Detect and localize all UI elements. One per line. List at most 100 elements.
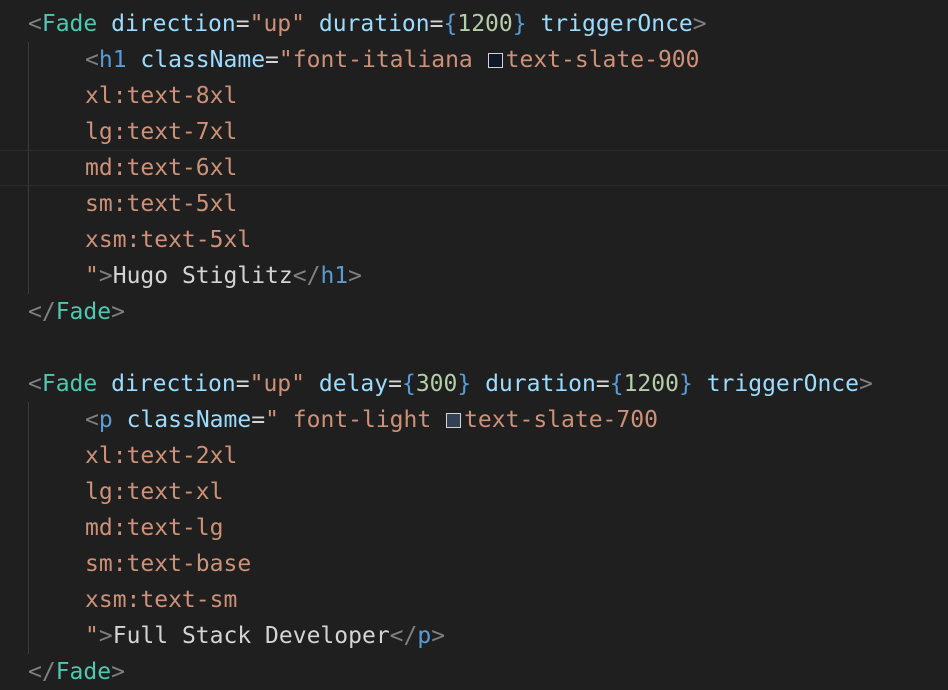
string-token: lg:text-xl	[85, 479, 224, 505]
code-line[interactable]: <h1 className="font-italiana text-slate-…	[0, 42, 948, 78]
component-tag-token: Fade	[41, 11, 98, 37]
text-content-token: Full Stack Developer	[112, 623, 390, 649]
bracket-token: >	[111, 659, 125, 685]
code-editor[interactable]: <Fade direction="up" duration={1200} tri…	[0, 0, 948, 690]
operator-token: =	[429, 11, 444, 37]
component-tag-token: Fade	[55, 659, 112, 685]
bracket-token: >	[98, 263, 113, 289]
attribute-token: direction	[111, 11, 236, 37]
code-line[interactable]: md:text-lg	[0, 510, 948, 546]
operator-token: =	[235, 11, 250, 37]
code-line-current[interactable]: md:text-6xl	[0, 150, 948, 186]
string-token: text-slate-700	[464, 407, 658, 433]
number-token: 1200	[457, 11, 513, 37]
bracket-token: <	[85, 47, 99, 73]
bracket-token: <	[28, 11, 42, 37]
bracket-token: >	[348, 263, 362, 289]
bracket-token: </	[28, 299, 56, 325]
string-token: "up"	[249, 11, 305, 37]
brace-token: }	[457, 371, 472, 397]
string-token: lg:text-7xl	[85, 119, 238, 145]
attribute-token: delay	[318, 371, 389, 397]
html-tag-token: p	[98, 407, 113, 433]
code-line[interactable]: sm:text-5xl	[0, 186, 948, 222]
brace-token: }	[512, 11, 527, 37]
code-line[interactable]: <Fade direction="up" delay={300} duratio…	[0, 366, 948, 402]
string-token: "	[85, 623, 99, 649]
bracket-token: >	[859, 371, 873, 397]
string-token: "up"	[249, 371, 305, 397]
attribute-token: className	[126, 407, 252, 433]
color-swatch-icon[interactable]	[446, 413, 462, 428]
brace-token: {	[443, 11, 458, 37]
component-tag-token: Fade	[41, 371, 98, 397]
component-tag-token: Fade	[55, 299, 112, 325]
code-line[interactable]: ">Hugo Stiglitz</h1>	[0, 258, 948, 294]
code-line[interactable]: xl:text-8xl	[0, 78, 948, 114]
bracket-token: <	[85, 407, 99, 433]
string-token: xsm:text-5xl	[85, 227, 252, 253]
bracket-token: >	[431, 623, 446, 649]
text-content-token: Hugo Stiglitz	[112, 263, 293, 289]
bracket-token: <	[28, 371, 42, 397]
code-line[interactable]: xsm:text-sm	[0, 582, 948, 618]
code-line[interactable]: <Fade direction="up" duration={1200} tri…	[0, 6, 948, 42]
attribute-token: direction	[111, 371, 236, 397]
brace-token: }	[678, 371, 693, 397]
code-line[interactable]: xsm:text-5xl	[0, 222, 948, 258]
attribute-token: triggerOnce	[540, 11, 693, 37]
code-line[interactable]: </Fade>	[0, 654, 948, 690]
string-token: " font-light	[265, 407, 446, 433]
operator-token: =	[235, 371, 250, 397]
string-token: "font-italiana	[278, 47, 487, 73]
string-token: "	[85, 263, 99, 289]
string-token: text-slate-900	[505, 47, 700, 73]
bracket-token: </	[389, 623, 418, 649]
html-tag-token: h1	[98, 47, 127, 73]
code-line[interactable]: ">Full Stack Developer</p>	[0, 618, 948, 654]
operator-token: =	[251, 407, 266, 433]
code-line[interactable]: lg:text-xl	[0, 474, 948, 510]
string-token: md:text-6xl	[85, 155, 238, 181]
html-tag-token: h1	[320, 263, 349, 289]
operator-token: =	[265, 47, 279, 73]
attribute-token: duration	[485, 371, 596, 397]
operator-token: =	[388, 371, 402, 397]
code-line[interactable]: lg:text-7xl	[0, 114, 948, 150]
bracket-token: </	[28, 659, 56, 685]
brace-token: {	[401, 371, 416, 397]
string-token: xl:text-8xl	[85, 83, 238, 109]
brace-token: {	[609, 371, 624, 397]
color-swatch-icon[interactable]	[487, 53, 503, 68]
string-token: xsm:text-sm	[85, 587, 238, 613]
code-line[interactable]: </Fade>	[0, 294, 948, 330]
operator-token: =	[595, 371, 610, 397]
code-line[interactable]	[0, 330, 948, 366]
bracket-token: >	[692, 11, 707, 37]
string-token: sm:text-5xl	[85, 191, 238, 217]
string-token: md:text-lg	[85, 515, 224, 541]
string-token: sm:text-base	[85, 551, 252, 577]
number-token: 1200	[623, 371, 679, 397]
attribute-token: duration	[318, 11, 430, 37]
string-token: xl:text-2xl	[85, 443, 238, 469]
html-tag-token: p	[417, 623, 432, 649]
code-line[interactable]: sm:text-base	[0, 546, 948, 582]
bracket-token: </	[292, 263, 321, 289]
code-line[interactable]: <p className=" font-light text-slate-700	[0, 402, 948, 438]
attribute-token: triggerOnce	[706, 371, 860, 397]
bracket-token: >	[98, 623, 113, 649]
attribute-token: className	[140, 47, 266, 73]
code-line[interactable]: xl:text-2xl	[0, 438, 948, 474]
bracket-token: >	[111, 299, 125, 325]
number-token: 300	[415, 371, 458, 397]
